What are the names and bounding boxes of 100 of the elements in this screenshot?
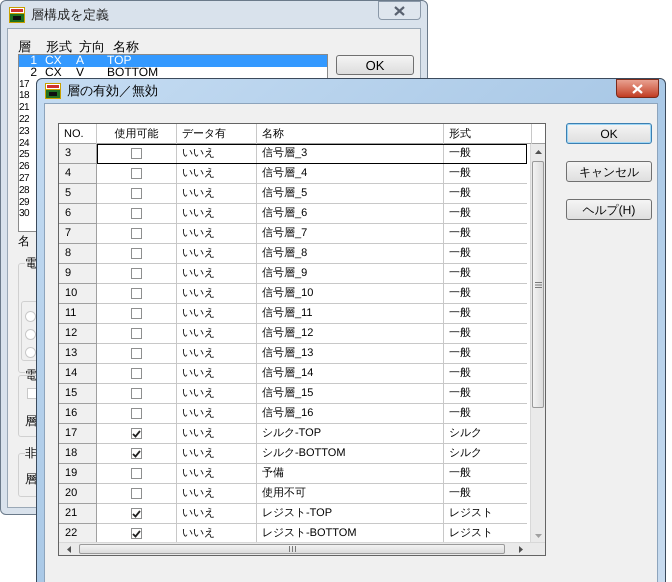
list-cell-text: 17	[19, 78, 30, 90]
table-cell: シルク	[444, 424, 527, 444]
ok-button[interactable]: OK	[336, 55, 414, 75]
table-cell: いいえ	[177, 204, 257, 224]
table-row[interactable]: いいえ 信号層_10 一般	[97, 284, 527, 304]
table-cell: 予備	[257, 464, 444, 484]
table-row[interactable]: いいえ 信号層_3 一般	[97, 144, 527, 164]
column-header: 形式	[46, 38, 73, 56]
table-row[interactable]: いいえ 信号層_14 一般	[97, 364, 527, 384]
table-row[interactable]: いいえ 信号層_11 一般	[97, 304, 527, 324]
table-row[interactable]: いいえ 信号層_9 一般	[97, 264, 527, 284]
list-cell-text: 26	[19, 161, 30, 173]
checkbox[interactable]	[131, 488, 142, 499]
table-cell: 一般	[444, 184, 527, 204]
row-number: 19	[59, 464, 97, 484]
table-cell: いいえ	[177, 144, 257, 164]
checkbox[interactable]	[131, 288, 142, 299]
dialog-button[interactable]: ヘルプ(H)	[566, 199, 652, 220]
table-cell: 信号層_5	[257, 184, 444, 204]
table-row[interactable]: いいえ レジスト-TOP レジスト	[97, 504, 527, 524]
checkbox[interactable]	[131, 248, 142, 259]
column-header[interactable]: 使用可能	[97, 124, 177, 144]
field-label: 層	[25, 414, 37, 428]
checkbox[interactable]	[131, 168, 142, 179]
checkbox[interactable]	[131, 408, 142, 419]
table-cell: 信号層_13	[257, 344, 444, 364]
checkbox[interactable]	[131, 268, 142, 279]
column-header[interactable]: データ有	[177, 124, 257, 144]
row-number: 10	[59, 284, 97, 304]
list-cell-text: 21	[19, 102, 30, 114]
checkbox[interactable]	[131, 228, 142, 239]
scrollbar-thumb[interactable]	[532, 161, 544, 408]
vertical-scrollbar[interactable]	[530, 144, 545, 544]
table-cell: 信号層_7	[257, 224, 444, 244]
checkbox[interactable]	[131, 348, 142, 359]
table-row[interactable]: いいえ 使用不可 一般	[97, 484, 527, 504]
close-button[interactable]	[378, 1, 421, 20]
checkbox[interactable]	[131, 208, 142, 219]
table-cell: レジスト-TOP	[257, 504, 444, 524]
checkbox[interactable]	[131, 368, 142, 379]
scrollbar-thumb[interactable]	[79, 544, 505, 554]
table-cell: 信号層_4	[257, 164, 444, 184]
table-cell: いいえ	[177, 384, 257, 404]
list-cell-text: 29	[19, 196, 30, 208]
dialog-button[interactable]: OK	[566, 123, 652, 144]
table-row[interactable]: いいえ 信号層_5 一般	[97, 184, 527, 204]
list-cell-text: 24	[19, 138, 30, 150]
table-cell: いいえ	[177, 484, 257, 504]
radio-button[interactable]	[25, 311, 36, 322]
checkbox[interactable]	[131, 508, 142, 519]
list-cell-text: CX	[44, 66, 63, 79]
table-row[interactable]: いいえ シルク-BOTTOM シルク	[97, 444, 527, 464]
table-row[interactable]: いいえ 信号層_15 一般	[97, 384, 527, 404]
table-row[interactable]: いいえ 信号層_4 一般	[97, 164, 527, 184]
radio-button[interactable]	[25, 329, 36, 340]
row-number: 5	[59, 184, 97, 204]
list-cell-text: 18	[19, 90, 30, 102]
table-cell: 使用不可	[257, 484, 444, 504]
table-cell: 一般	[444, 304, 527, 324]
row-number: 21	[59, 504, 97, 524]
table-cell: いいえ	[177, 324, 257, 344]
table-cell: 信号層_6	[257, 204, 444, 224]
list-cell: TOP	[107, 55, 132, 67]
checkbox[interactable]	[131, 148, 142, 159]
table-row[interactable]: いいえ 信号層_16 一般	[97, 404, 527, 424]
table-row[interactable]: いいえ シルク-TOP シルク	[97, 424, 527, 444]
table-row[interactable]: いいえ 予備 一般	[97, 464, 527, 484]
table-cell: いいえ	[177, 424, 257, 444]
table-cell: 一般	[444, 284, 527, 304]
row-number: 3	[59, 144, 97, 164]
close-button[interactable]	[616, 79, 659, 98]
table-row[interactable]: いいえ 信号層_12 一般	[97, 324, 527, 344]
table-cell: 一般	[444, 264, 527, 284]
checkbox[interactable]	[131, 388, 142, 399]
list-row[interactable]: 2 CX V BOTTOM	[19, 66, 327, 79]
field-label: 名	[18, 234, 30, 248]
table-row[interactable]: いいえ 信号層_13 一般	[97, 344, 527, 364]
left-arrow-icon	[67, 546, 71, 553]
table-row[interactable]: いいえ 信号層_6 一般	[97, 204, 527, 224]
table-cell: 一般	[444, 164, 527, 184]
column-header[interactable]: 名称	[257, 124, 444, 144]
row-number: 8	[59, 244, 97, 264]
horizontal-scrollbar[interactable]	[59, 542, 545, 555]
right-arrow-icon	[519, 546, 523, 553]
table-row[interactable]: いいえ 信号層_7 一般	[97, 224, 527, 244]
table-row[interactable]: いいえ 信号層_8 一般	[97, 244, 527, 264]
checkbox[interactable]	[131, 528, 142, 539]
checkbox[interactable]	[131, 448, 142, 459]
window-title: 層の有効／無効	[67, 82, 158, 100]
grip-icon	[534, 282, 542, 288]
checkbox[interactable]	[131, 308, 142, 319]
checkbox[interactable]	[131, 428, 142, 439]
radio-button[interactable]	[25, 347, 36, 358]
checkbox[interactable]	[131, 468, 142, 479]
table-cell: 一般	[444, 344, 527, 364]
checkbox[interactable]	[131, 328, 142, 339]
dialog-button[interactable]: キャンセル	[566, 161, 652, 182]
row-number: 14	[59, 364, 97, 384]
table-cell: いいえ	[177, 404, 257, 424]
checkbox[interactable]	[131, 188, 142, 199]
